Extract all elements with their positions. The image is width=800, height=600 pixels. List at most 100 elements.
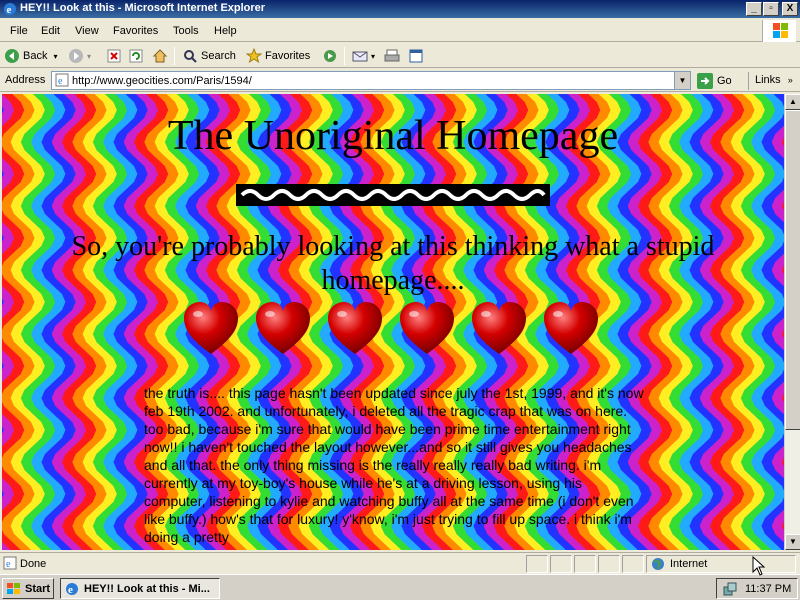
- system-tray: 11:37 PM: [716, 578, 798, 599]
- back-dropdown-icon[interactable]: ▾: [53, 52, 57, 61]
- links-label: Links: [755, 74, 781, 86]
- status-text: Done: [20, 558, 47, 570]
- forward-dropdown-icon[interactable]: ▾: [87, 52, 91, 61]
- print-button[interactable]: [384, 47, 403, 65]
- refresh-icon: [129, 49, 143, 63]
- back-arrow-icon: [5, 49, 19, 63]
- toolbar-separator: [174, 47, 175, 65]
- page-done-icon: e: [3, 556, 17, 570]
- ie-window: e HEY!! Look at this - Microsoft Interne…: [0, 0, 800, 574]
- status-cell: [574, 555, 596, 573]
- taskbar-window-label: HEY!! Look at this - Mi...: [84, 582, 210, 595]
- start-label: Start: [25, 582, 51, 595]
- squiggle-divider: [236, 184, 550, 206]
- page-icon: e: [55, 73, 69, 87]
- mouse-cursor-icon: [752, 556, 766, 576]
- links-chevron-icon: »: [787, 75, 793, 85]
- globe-icon: [652, 558, 664, 570]
- page-viewport[interactable]: The Unoriginal Homepage So, you're proba…: [2, 94, 784, 550]
- close-button[interactable]: X: [782, 2, 798, 16]
- menu-file[interactable]: File: [10, 25, 28, 37]
- menu-edit[interactable]: Edit: [41, 25, 60, 37]
- go-arrow-icon: [697, 73, 713, 89]
- start-button[interactable]: Start: [2, 578, 54, 599]
- status-cell: [598, 555, 620, 573]
- back-button[interactable]: Back ▾: [4, 47, 57, 65]
- taskbar-window-button[interactable]: e HEY!! Look at this - Mi...: [60, 578, 220, 599]
- address-url: http://www.geocities.com/Paris/1594/: [72, 75, 252, 87]
- svg-text:e: e: [58, 76, 63, 87]
- menu-help[interactable]: Help: [214, 25, 237, 37]
- forward-arrow-icon: [69, 49, 83, 63]
- heart-icon: [472, 302, 526, 354]
- standard-toolbar: Back ▾ ▾ Search Favorites ▾: [0, 44, 800, 68]
- address-input[interactable]: e http://www.geocities.com/Paris/1594/ ▼: [51, 71, 691, 90]
- address-bar: Address e http://www.geocities.com/Paris…: [0, 69, 800, 92]
- favorites-label: Favorites: [265, 50, 311, 62]
- status-cell: [550, 555, 572, 573]
- links-button[interactable]: Links »: [748, 72, 800, 90]
- search-button[interactable]: Search: [182, 47, 236, 65]
- refresh-button[interactable]: [128, 47, 147, 65]
- svg-text:e: e: [68, 584, 73, 596]
- svg-text:e: e: [6, 559, 11, 570]
- edit-page-icon: [409, 49, 423, 63]
- star-icon: [246, 48, 262, 64]
- restore-button[interactable]: ▫: [763, 2, 779, 16]
- stop-icon: [107, 49, 121, 63]
- heart-icon: [256, 302, 310, 354]
- taskbar: Start e HEY!! Look at this - Mi... 11:37…: [0, 574, 800, 600]
- status-cell: [622, 555, 644, 573]
- ie-logo-icon: e: [4, 3, 16, 16]
- windows-flag-icon: [762, 20, 796, 42]
- clock: 11:37 PM: [745, 583, 792, 595]
- mail-dropdown-icon[interactable]: ▾: [371, 52, 375, 61]
- vertical-scrollbar[interactable]: ▲ ▼: [784, 94, 800, 550]
- menu-bar: File Edit View Favorites Tools Help: [0, 20, 800, 42]
- page-subheading: So, you're probably looking at this thin…: [71, 231, 715, 296]
- menu-view[interactable]: View: [75, 25, 99, 37]
- svg-text:e: e: [7, 4, 12, 16]
- security-zone-label: Internet: [670, 558, 708, 570]
- page-heading: The Unoriginal Homepage: [167, 113, 619, 159]
- zone-cell: [646, 555, 796, 573]
- page-body-text: the truth is.... this page hasn't been u…: [144, 385, 644, 545]
- search-label: Search: [201, 50, 236, 62]
- go-button[interactable]: Go: [697, 73, 732, 89]
- minimize-button[interactable]: _: [746, 2, 762, 16]
- favorites-button[interactable]: Favorites: [246, 47, 310, 65]
- address-dropdown-icon[interactable]: ▼: [674, 72, 690, 89]
- scroll-down-arrow-icon[interactable]: ▼: [785, 534, 800, 550]
- address-label: Address: [5, 74, 46, 86]
- toolbar-separator: [344, 47, 345, 65]
- edit-button[interactable]: [408, 47, 427, 65]
- menu-tools[interactable]: Tools: [173, 25, 199, 37]
- mail-icon: [352, 51, 368, 62]
- forward-button[interactable]: ▾: [68, 47, 91, 65]
- heart-icon: [184, 302, 238, 354]
- ie-task-icon: e: [66, 582, 78, 596]
- heart-icon: [544, 302, 598, 354]
- heart-icon: [400, 302, 454, 354]
- printer-icon: [384, 49, 400, 62]
- scroll-up-arrow-icon[interactable]: ▲: [785, 94, 800, 110]
- scroll-thumb[interactable]: [785, 110, 800, 430]
- window-title: HEY!! Look at this - Microsoft Internet …: [20, 2, 266, 14]
- go-label: Go: [717, 75, 732, 87]
- stop-button[interactable]: [106, 47, 125, 65]
- home-button[interactable]: [152, 47, 171, 65]
- status-bar: e Done Internet: [0, 552, 800, 574]
- media-button[interactable]: [322, 47, 341, 65]
- menu-favorites[interactable]: Favorites: [113, 25, 158, 37]
- home-icon: [152, 49, 168, 63]
- network-icon[interactable]: [722, 581, 738, 597]
- windows-logo-icon: [7, 582, 20, 594]
- status-cell: [526, 555, 548, 573]
- media-icon: [324, 50, 336, 62]
- hearts-row: [182, 300, 612, 360]
- search-icon: [184, 50, 197, 63]
- title-bar[interactable]: e HEY!! Look at this - Microsoft Interne…: [0, 0, 800, 18]
- homepage-content: The Unoriginal Homepage So, you're proba…: [2, 94, 784, 550]
- mail-button[interactable]: ▾: [352, 47, 375, 65]
- heart-icon: [328, 302, 382, 354]
